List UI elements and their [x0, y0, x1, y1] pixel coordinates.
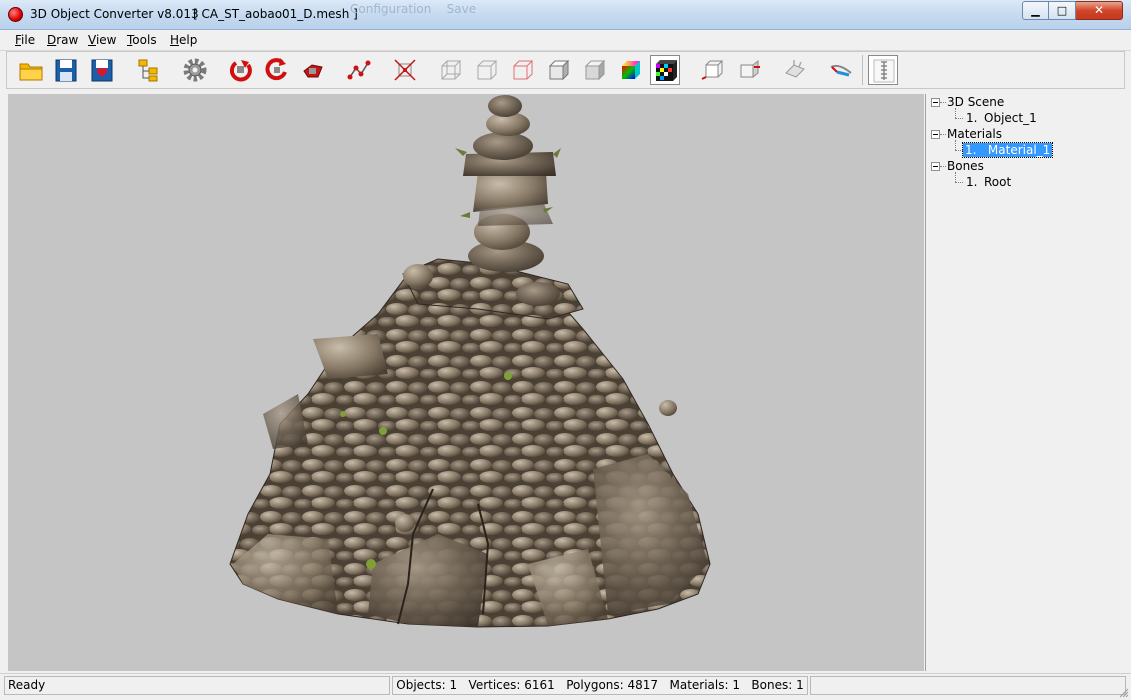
skeleton-icon [873, 59, 895, 83]
flat-shaded-button[interactable] [544, 55, 574, 85]
scene-tree-panel: 3D Scene 1. Object_1 Materials 1. Materi… [925, 94, 1125, 671]
uv-pencil-icon [830, 64, 852, 77]
minimize-button[interactable]: ▁ [1022, 1, 1049, 20]
status-scene-stats: Objects: 1 Vertices: 6161 Polygons: 4817… [392, 676, 808, 695]
normals-button[interactable] [780, 55, 810, 85]
axes-button[interactable] [390, 55, 420, 85]
open-file-button[interactable] [16, 55, 46, 85]
rotate-y-icon [229, 60, 252, 82]
tree-connector [955, 140, 956, 150]
uv-button[interactable] [826, 55, 856, 85]
tree-node-object-1[interactable]: Object_1 [984, 111, 1037, 125]
rotate-z-icon [303, 64, 323, 78]
tree-node-3d-scene[interactable]: 3D Scene [947, 95, 1004, 109]
textured-button[interactable] [650, 55, 680, 85]
smooth-shaded-button[interactable] [580, 55, 610, 85]
tree-node-bone-index: 1. [966, 175, 978, 189]
resize-grip-icon[interactable] [1119, 688, 1129, 698]
status-bar: Ready Objects: 1 Vertices: 6161 Polygons… [0, 673, 1131, 700]
close-button[interactable]: ✕ [1076, 1, 1123, 20]
minimize-icon: ▁ [1031, 4, 1040, 17]
wireframe-red-cube-icon [513, 60, 534, 80]
menu-tools[interactable]: Tools [127, 33, 157, 47]
menu-bar: File Draw View Tools Help [0, 30, 1131, 51]
save-as-button[interactable] [87, 55, 117, 85]
side-view-button[interactable] [734, 55, 764, 85]
axes-icon [394, 59, 416, 81]
rotate-x-icon [265, 58, 287, 81]
scene-collapse-toggle[interactable] [931, 98, 940, 107]
tree-node-object-index: 1. [966, 111, 978, 125]
rotate-z-button[interactable] [298, 55, 328, 85]
tree-connector [940, 102, 946, 103]
toolbar-separator [862, 55, 863, 85]
floppy-heart-icon [91, 59, 113, 82]
status-ready: Ready [4, 676, 390, 695]
front-view-icon [701, 60, 724, 80]
menu-view[interactable]: View [88, 33, 116, 47]
tree-connector [955, 182, 963, 183]
tree-structure-icon [138, 59, 158, 82]
side-view-icon [740, 59, 760, 79]
front-view-button[interactable] [698, 55, 728, 85]
title-bar[interactable]: 3D Object Converter v8.013 [ CA_ST_aobao… [0, 0, 1131, 30]
color-cube-icon [622, 61, 640, 79]
status-extra-pane [810, 676, 1126, 695]
skeleton-button[interactable] [868, 55, 898, 85]
floppy-disk-icon [55, 59, 77, 82]
window-file-name: [ CA_ST_aobao01_D.mesh ] [193, 7, 358, 21]
rotate-x-button[interactable] [262, 55, 292, 85]
vertices-button[interactable] [344, 55, 374, 85]
toolbar [6, 51, 1125, 89]
hierarchy-button[interactable] [134, 55, 164, 85]
tree-connector [955, 118, 963, 119]
app-icon[interactable] [8, 7, 23, 22]
vertex-path-icon [347, 60, 371, 80]
tree-connector [940, 166, 946, 167]
flat-cube-icon [548, 59, 570, 81]
tree-node-root-bone[interactable]: Root [984, 175, 1011, 189]
background-window-title: Configuration Save [350, 2, 477, 16]
materials-collapse-toggle[interactable] [931, 130, 940, 139]
normals-icon [785, 60, 805, 78]
3d-viewport[interactable] [8, 94, 924, 671]
textured-cube-icon [656, 60, 677, 81]
close-icon: ✕ [1093, 3, 1105, 17]
wireframe-hidden-cube-icon [477, 60, 498, 80]
gear-icon [183, 58, 207, 82]
rotate-y-button[interactable] [226, 55, 256, 85]
maximize-icon: □ [1056, 4, 1068, 17]
window-title: 3D Object Converter v8.013 [30, 7, 199, 21]
wireframe-cube-icon [441, 60, 462, 80]
tree-connector [955, 108, 956, 118]
tree-node-materials[interactable]: Materials [947, 127, 1002, 141]
tree-node-material-1[interactable]: 1. Material_1 [961, 142, 1054, 158]
bones-collapse-toggle[interactable] [931, 162, 940, 171]
tree-node-bones[interactable]: Bones [947, 159, 984, 173]
menu-help[interactable]: Help [170, 33, 197, 47]
menu-file[interactable]: File [15, 33, 35, 47]
wireframe-color-button[interactable] [508, 55, 538, 85]
tree-connector [940, 134, 946, 135]
tree-connector [955, 150, 963, 151]
menu-draw[interactable]: Draw [47, 33, 78, 47]
tree-connector [955, 172, 956, 182]
settings-button[interactable] [180, 55, 210, 85]
maximize-button[interactable]: □ [1049, 1, 1076, 20]
wireframe-hidden-button[interactable] [472, 55, 502, 85]
application-window: 3D Object Converter v8.013 [ CA_ST_aobao… [0, 0, 1131, 700]
save-button[interactable] [51, 55, 81, 85]
wireframe-button[interactable] [436, 55, 466, 85]
folder-icon [19, 63, 43, 81]
smooth-cube-icon [584, 59, 606, 81]
rock-cairn-model[interactable] [8, 94, 924, 671]
color-shaded-button[interactable] [616, 55, 646, 85]
